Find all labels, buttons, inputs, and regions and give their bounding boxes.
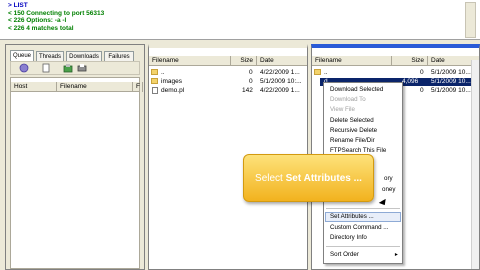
log-line: < 226 4 matches total	[8, 24, 74, 32]
menu-item-download-to[interactable]: Download To	[324, 96, 402, 104]
list-item[interactable]: images 0 5/1/2009 10:...	[149, 78, 307, 86]
callout-text: Select Set Attributes ...	[244, 173, 373, 184]
menu-separator	[326, 246, 400, 247]
remote-scrollbar[interactable]	[471, 60, 479, 269]
list-item[interactable]: demo.pl 142 4/22/2009 1...	[149, 87, 307, 95]
queue-clear-icon[interactable]	[41, 63, 51, 73]
log-line: < 226 Options: -a -l	[8, 17, 67, 24]
file-date: 4/22/2009 1...	[260, 69, 300, 76]
list-item[interactable]: .. 0 4/22/2009 1...	[149, 69, 307, 77]
column-f[interactable]: F	[133, 82, 143, 92]
tab-threads[interactable]: Threads	[36, 51, 64, 61]
column-filename[interactable]: Filename	[149, 56, 231, 66]
tab-queue[interactable]: Queue	[10, 50, 34, 61]
queue-header: Host Filename F	[11, 82, 143, 92]
column-size[interactable]: Size	[392, 56, 428, 66]
column-size[interactable]: Size	[231, 56, 257, 66]
menu-item-recursive-delete[interactable]: Recursive Delete	[324, 127, 402, 135]
file-size: 0	[420, 87, 424, 94]
menu-item-delete-selected[interactable]: Delete Selected	[324, 117, 402, 125]
column-date[interactable]: Date	[257, 56, 307, 66]
local-header: Filename Size Date	[149, 56, 307, 66]
file-icon	[152, 87, 158, 94]
file-date: 4/22/2009 1...	[260, 87, 300, 94]
file-name: ..	[161, 69, 165, 76]
file-date: 5/1/2009 10:...	[260, 78, 302, 85]
folder-up-icon	[151, 69, 158, 75]
menu-item-custom-command[interactable]: Custom Command ...	[324, 224, 402, 232]
queue-toolbar	[10, 61, 140, 75]
menu-item-rename[interactable]: Rename File/Dir	[324, 137, 402, 145]
file-size: 0	[420, 69, 424, 76]
queue-print-icon[interactable]	[77, 63, 87, 73]
tab-downloads[interactable]: Downloads	[66, 51, 102, 61]
callout-prefix: Select	[255, 173, 286, 184]
file-name: images	[161, 78, 182, 85]
remote-header: Filename Size Date	[312, 56, 479, 66]
menu-item-view-file[interactable]: View File	[324, 106, 402, 114]
queue-list[interactable]: Host Filename F	[10, 77, 143, 269]
menu-item-label: Sort Order	[330, 251, 359, 258]
command-log: > LIST < 150 Connecting to port 56313 < …	[0, 0, 480, 40]
file-date: 5/1/2009 10...	[431, 87, 471, 94]
file-size: 0	[249, 69, 253, 76]
queue-start-icon[interactable]	[19, 63, 29, 73]
submenu-arrow-icon: ▸	[394, 251, 398, 258]
menu-separator	[326, 208, 400, 209]
file-name: demo.pl	[161, 87, 185, 94]
tutorial-callout: Select Set Attributes ...	[243, 154, 374, 202]
queue-save-icon[interactable]	[63, 63, 73, 73]
menu-item-sort-order[interactable]: Sort Order ▸	[324, 251, 402, 259]
log-scrollbar[interactable]	[465, 2, 476, 38]
file-date: 5/1/2009 10...	[431, 69, 471, 76]
file-size: 142	[242, 87, 253, 94]
menu-item-set-attributes[interactable]: Set Attributes ...	[325, 212, 401, 222]
file-date: 5/1/2009 10...	[431, 78, 471, 85]
list-item[interactable]: .. 0 5/1/2009 10...	[312, 69, 479, 77]
column-host[interactable]: Host	[11, 82, 57, 92]
callout-bold-text: Set Attributes ...	[285, 173, 362, 184]
column-filename[interactable]: Filename	[312, 56, 392, 66]
file-size: 4,096	[402, 78, 419, 85]
tab-failures[interactable]: Failures	[104, 51, 134, 61]
log-line: > LIST	[8, 2, 28, 9]
menu-item-directory-info[interactable]: Directory Info	[324, 234, 402, 242]
file-size: 0	[249, 78, 253, 85]
queue-panel: Queue Threads Downloads Failures Host Fi…	[5, 44, 145, 270]
folder-up-icon	[314, 69, 321, 75]
menu-item-download-selected[interactable]: Download Selected	[324, 86, 402, 94]
column-filename[interactable]: Filename	[57, 82, 133, 92]
log-line: < 150 Connecting to port 56313	[8, 9, 105, 17]
file-name: ..	[324, 69, 328, 76]
folder-icon	[151, 78, 158, 84]
